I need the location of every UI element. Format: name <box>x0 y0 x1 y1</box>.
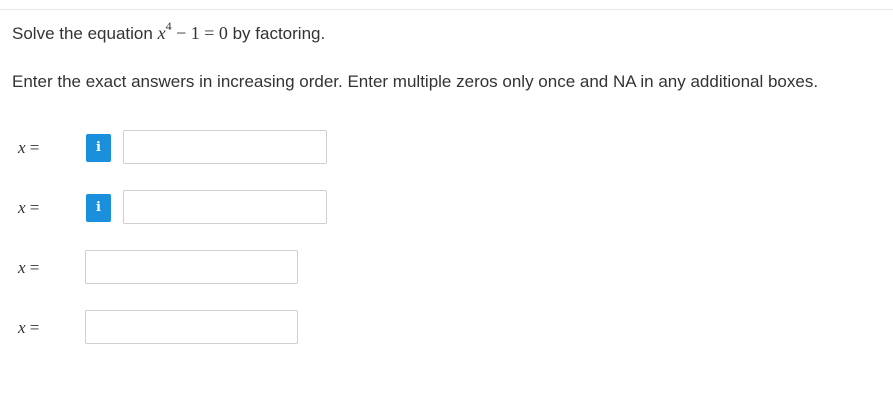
answer-label: x = <box>18 258 39 278</box>
equation: x4 − 1 = 0 <box>157 20 228 43</box>
answer-label-equals: = <box>25 138 40 157</box>
question-suffix: by factoring. <box>227 24 326 43</box>
instructions-text: Enter the exact answers in increasing or… <box>12 72 819 91</box>
answer-input-2[interactable] <box>123 190 327 224</box>
answer-label-variable: x <box>18 198 26 217</box>
equation-variable: x <box>157 23 166 43</box>
info-icon[interactable]: i <box>86 194 111 222</box>
info-icon[interactable]: i <box>86 134 111 162</box>
answer-label: x = <box>18 198 39 218</box>
answer-input-3[interactable] <box>85 250 298 284</box>
answer-label-variable: x <box>18 318 26 337</box>
equation-rest: − 1 = 0 <box>171 23 228 43</box>
answer-label-equals: = <box>25 318 40 337</box>
answer-label-variable: x <box>18 258 26 277</box>
question-prefix: Solve the equation <box>12 24 158 43</box>
top-divider <box>0 9 893 10</box>
answer-input-1[interactable] <box>123 130 327 164</box>
answer-label-variable: x <box>18 138 26 157</box>
question-text: Solve the equation x4 − 1 = 0 by factori… <box>12 20 326 46</box>
answer-label-equals: = <box>25 198 40 217</box>
answer-input-4[interactable] <box>85 310 298 344</box>
answer-label-equals: = <box>25 258 40 277</box>
answer-label: x = <box>18 318 39 338</box>
answer-label: x = <box>18 138 39 158</box>
equation-exponent: 4 <box>165 19 172 33</box>
